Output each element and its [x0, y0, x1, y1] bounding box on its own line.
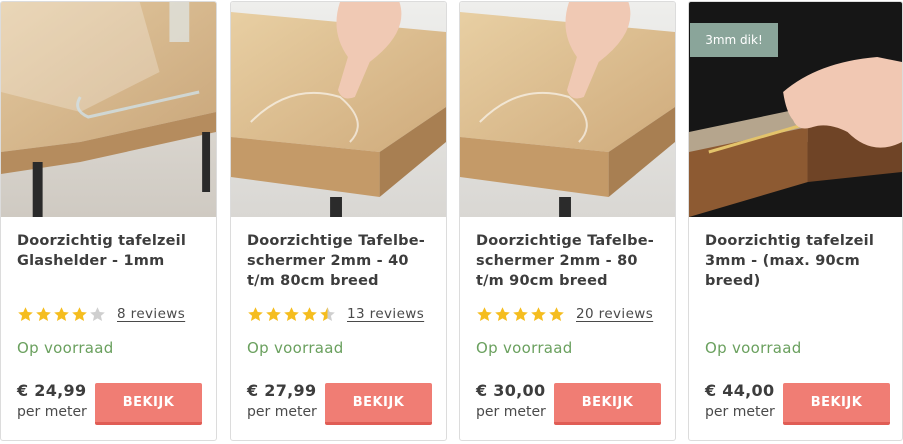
price-unit: per meter — [705, 404, 775, 420]
view-button[interactable]: BEKIJK — [783, 383, 890, 425]
stock-status: Op voorraad — [705, 339, 802, 357]
star-icon — [513, 306, 528, 321]
reviews-link[interactable]: 20 reviews — [576, 306, 653, 322]
price-unit: per meter — [247, 404, 317, 420]
view-button[interactable]: BEKIJK — [325, 383, 432, 425]
star-icon — [284, 306, 299, 321]
stock-status: Op voorraad — [247, 339, 344, 357]
product-title[interactable]: Doorzichtige Tafelbe-schermer 2mm - 80 t… — [476, 231, 666, 291]
star-rating — [247, 306, 337, 323]
star-icon — [248, 306, 263, 321]
product-card[interactable]: 3mm dik! Doorzichtig tafelzeil 3mm - (ma… — [688, 1, 903, 441]
view-button[interactable]: BEKIJK — [95, 383, 202, 425]
rating: 13 reviews — [247, 304, 424, 324]
star-icon — [36, 306, 51, 321]
star-icon — [266, 306, 281, 321]
product-title[interactable]: Doorzichtig tafelzeil 3mm - (max. 90cm b… — [705, 231, 895, 291]
star-icon — [531, 306, 546, 321]
star-icon — [320, 306, 335, 321]
rating: 20 reviews — [476, 304, 653, 324]
star-icon — [302, 306, 317, 321]
star-icon — [72, 306, 87, 321]
reviews-link[interactable]: 13 reviews — [347, 306, 424, 322]
product-image[interactable] — [460, 2, 675, 217]
view-button[interactable]: BEKIJK — [554, 383, 661, 425]
product-card[interactable]: Doorzichtige Tafelbe-schermer 2mm - 40 t… — [230, 1, 447, 441]
price-unit: per meter — [17, 404, 87, 420]
product-image[interactable] — [1, 2, 216, 217]
price: € 24,99 — [17, 381, 87, 400]
product-title[interactable]: Doorzichtig tafelzeil Glashelder - 1mm — [17, 231, 207, 271]
star-rating — [476, 306, 566, 323]
product-image[interactable] — [231, 2, 446, 217]
star-icon — [549, 306, 564, 321]
product-title[interactable]: Doorzichtige Tafelbe-schermer 2mm - 40 t… — [247, 231, 437, 291]
price: € 30,00 — [476, 381, 546, 400]
rating: 8 reviews — [17, 304, 185, 324]
stock-status: Op voorraad — [476, 339, 573, 357]
star-rating — [17, 306, 107, 323]
star-icon — [90, 306, 105, 321]
thickness-badge: 3mm dik! — [690, 23, 778, 57]
star-icon — [495, 306, 510, 321]
product-card[interactable]: Doorzichtige Tafelbe-schermer 2mm - 80 t… — [459, 1, 676, 441]
stock-status: Op voorraad — [17, 339, 114, 357]
price-unit: per meter — [476, 404, 546, 420]
product-card[interactable]: Doorzichtig tafelzeil Glashelder - 1mm 8… — [0, 1, 217, 441]
star-icon — [18, 306, 33, 321]
price: € 27,99 — [247, 381, 317, 400]
star-icon — [54, 306, 69, 321]
price: € 44,00 — [705, 381, 775, 400]
reviews-link[interactable]: 8 reviews — [117, 306, 185, 322]
star-icon — [477, 306, 492, 321]
